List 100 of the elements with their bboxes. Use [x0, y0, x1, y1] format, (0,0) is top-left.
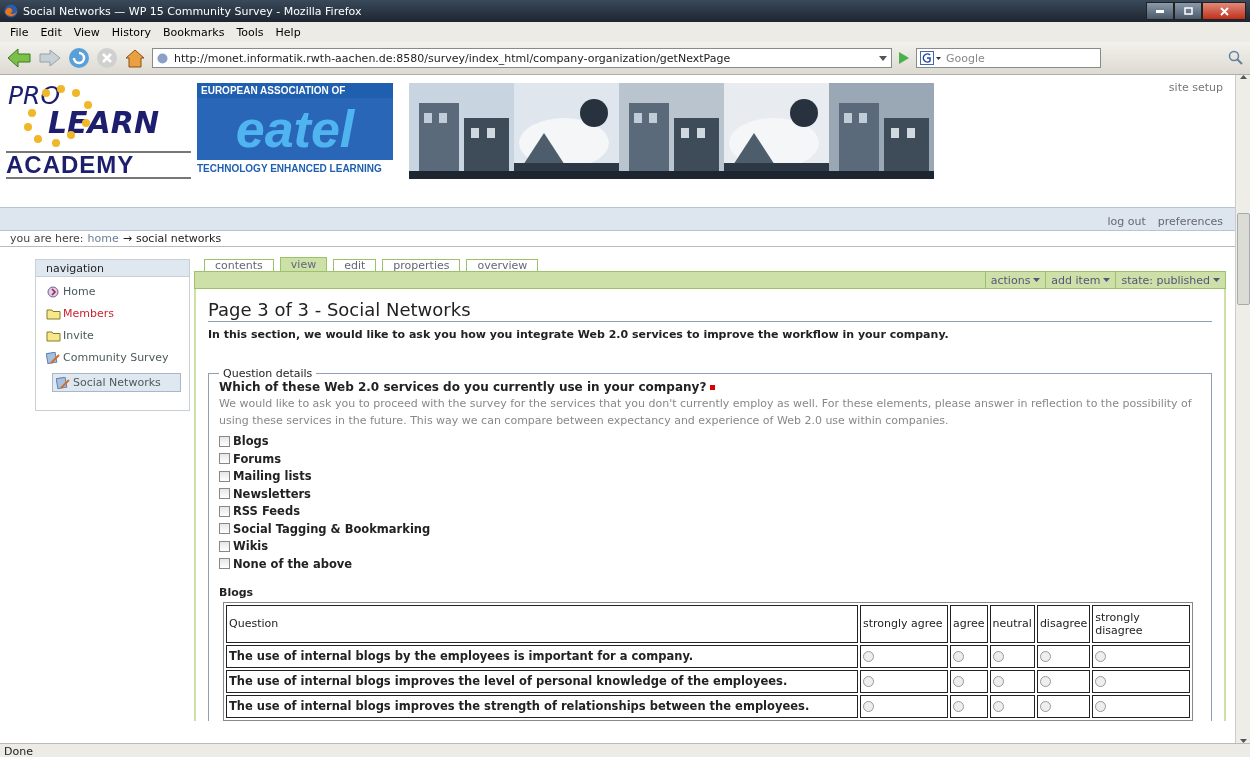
column-header: disagree	[1036, 604, 1091, 643]
user-link[interactable]: log out	[1107, 215, 1146, 230]
radio-button[interactable]	[1095, 675, 1107, 687]
breadcrumb-separator: →	[122, 232, 132, 245]
action-menu[interactable]: state: published	[1115, 272, 1225, 288]
maximize-icon	[1183, 7, 1193, 15]
option-label: Mailing lists	[233, 469, 312, 483]
checkbox[interactable]	[219, 453, 230, 464]
radio-button[interactable]	[992, 700, 1004, 712]
checkbox[interactable]	[219, 435, 230, 447]
window-title: Social Networks — WP 15 Community Survey - Mozilla Firefox	[23, 4, 363, 18]
tab[interactable]: edit	[333, 259, 377, 271]
close-button[interactable]	[1202, 2, 1246, 20]
search-field[interactable]: Google	[916, 48, 1101, 68]
help-text: We would like to ask you to proceed with the survey for the services that you don't currently employ as well. For these elements, please answer in reflection to the possibility of using these services in the future. This way we can compare between expectancy and experience of Web 2.0 use within companies.	[219, 396, 1193, 429]
radio-button[interactable]	[1039, 675, 1051, 687]
navigation-link[interactable]: Members	[46, 307, 189, 320]
checkbox[interactable]	[219, 523, 230, 534]
menu-item[interactable]: View	[67, 25, 106, 39]
option-label: Newsletters	[233, 486, 311, 501]
menu-item[interactable]: History	[105, 25, 157, 39]
navigation-link[interactable]: Community Survey	[46, 351, 189, 364]
menu-item[interactable]: Bookmarks	[157, 25, 231, 39]
radio-button[interactable]	[1095, 650, 1107, 662]
question-cell: The use of internal blogs by the employees is important for a company.	[226, 644, 858, 668]
caret-icon	[1103, 278, 1111, 282]
option-label: Wikis	[233, 539, 269, 553]
breadcrumb-link[interactable]: home	[87, 232, 119, 245]
search-engine-icon[interactable]	[920, 51, 942, 65]
forward-icon[interactable]	[38, 48, 62, 68]
navigation-title: navigation	[36, 260, 189, 277]
firefox-icon	[4, 4, 18, 18]
home-icon[interactable]	[124, 47, 146, 69]
stop-icon[interactable]	[96, 47, 118, 69]
logo-text: PRO	[8, 83, 62, 109]
option-label: Social Tagging & Bookmarking	[233, 521, 431, 536]
option-label: Forums	[233, 451, 281, 466]
scrollbar-thumb[interactable]	[1236, 213, 1250, 305]
go-icon[interactable]	[898, 51, 910, 65]
document-pencil-icon	[46, 351, 61, 364]
action-menu[interactable]: actions	[984, 272, 1046, 288]
checkbox[interactable]	[219, 488, 230, 499]
tab[interactable]: overview	[466, 259, 539, 271]
checkbox[interactable]	[219, 505, 230, 517]
folder-icon	[46, 307, 61, 320]
tab[interactable]: view	[279, 257, 328, 271]
reload-icon[interactable]	[68, 47, 90, 69]
question-cell: The use of internal blogs improves the strength of relationships between the employees.	[226, 694, 858, 718]
checkbox[interactable]	[219, 540, 230, 552]
menu-item[interactable]: Tools	[230, 25, 270, 39]
tab[interactable]: contents	[204, 259, 274, 271]
intro-text: In this section, we would like to ask you how you integrate Web 2.0 services to improve the workflow in your company.	[208, 328, 950, 341]
radio-button[interactable]	[953, 650, 964, 662]
column-header: strongly agree	[860, 604, 948, 643]
logo-text: LEARN	[48, 109, 161, 137]
document-pencil-icon	[56, 376, 71, 389]
action-menu[interactable]: add item	[1045, 272, 1116, 288]
navigation-link[interactable]: Social Networks	[52, 373, 181, 392]
search-icon[interactable]	[1228, 50, 1244, 66]
arrow-circle-icon	[46, 285, 61, 298]
fieldset-legend: Question details	[219, 367, 317, 380]
radio-button[interactable]	[992, 650, 1004, 662]
minimize-icon	[1156, 9, 1164, 13]
close-icon	[1219, 6, 1229, 16]
radio-button[interactable]	[1039, 700, 1051, 712]
column-header: strongly disagree	[1092, 604, 1191, 643]
radio-button[interactable]	[953, 700, 964, 712]
caret-icon	[1213, 278, 1220, 282]
menu-item[interactable]: File	[4, 25, 35, 39]
status-bar: Done	[0, 743, 1250, 757]
navigation-link[interactable]: Home	[46, 285, 189, 298]
back-icon[interactable]	[6, 47, 32, 69]
radio-button[interactable]	[1095, 700, 1107, 712]
tab[interactable]: properties	[382, 259, 461, 271]
banner-text: TECHNOLOGY ENHANCED LEARNING	[197, 162, 383, 174]
checkbox[interactable]	[219, 558, 230, 569]
menu-item[interactable]: Help	[269, 25, 307, 39]
minimize-button[interactable]	[1146, 2, 1174, 20]
radio-button[interactable]	[863, 650, 874, 662]
globe-icon	[157, 52, 168, 64]
banner-logo: eatel	[197, 98, 393, 160]
radio-button[interactable]	[1039, 650, 1051, 662]
maximize-button[interactable]	[1174, 2, 1202, 20]
site-setup-link[interactable]: site setup	[1168, 81, 1223, 94]
dropdown-icon[interactable]	[879, 55, 887, 61]
user-link[interactable]: preferences	[1157, 215, 1223, 230]
address-field[interactable]: http://monet.informatik.rwth-aachen.de:8580/survey/index_html/company-organization/getNextPage	[152, 48, 892, 68]
checkbox[interactable]	[219, 470, 230, 482]
section-title: Blogs	[219, 585, 255, 599]
column-header: neutral	[989, 604, 1035, 643]
folder-icon	[46, 329, 61, 342]
breadcrumb-label: you are here:	[10, 232, 84, 245]
page-heading: Page 3 of 3 - Social Networks	[208, 297, 1212, 322]
banner-text: EUROPEAN ASSOCIATION OF	[197, 83, 393, 98]
radio-button[interactable]	[863, 700, 874, 712]
radio-button[interactable]	[953, 675, 964, 687]
navigation-link[interactable]: Invite	[46, 329, 189, 342]
menu-item[interactable]: Edit	[34, 25, 68, 39]
radio-button[interactable]	[863, 675, 874, 687]
radio-button[interactable]	[992, 675, 1004, 687]
